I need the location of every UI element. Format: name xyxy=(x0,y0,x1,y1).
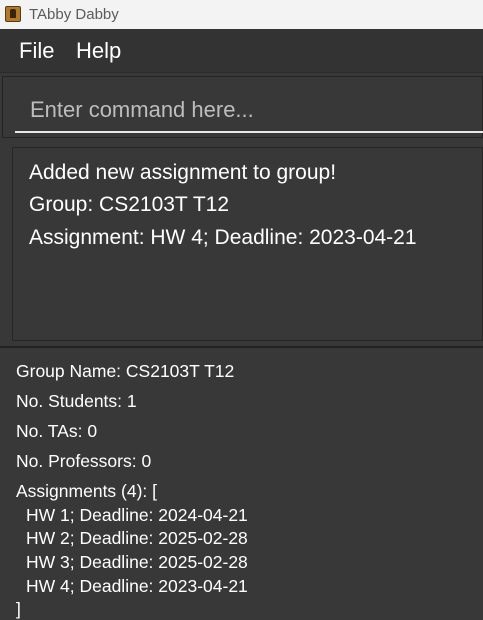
menu-bar: File Help xyxy=(0,29,483,73)
assignment-item: HW 2; Deadline: 2025-02-28 xyxy=(26,528,248,548)
app-icon xyxy=(5,6,21,22)
student-count: No. Students: 1 xyxy=(16,391,137,411)
professor-count: No. Professors: 0 xyxy=(16,451,152,471)
command-input[interactable] xyxy=(15,89,483,133)
result-line: Group: CS2103T T12 xyxy=(29,193,230,216)
command-panel xyxy=(0,74,483,142)
menu-file[interactable]: File xyxy=(19,38,54,64)
assignment-item: HW 3; Deadline: 2025-02-28 xyxy=(26,552,248,572)
command-box xyxy=(2,76,483,138)
group-detail-panel: Group Name: CS2103T T12 No. Students: 1 … xyxy=(0,348,483,620)
group-name: Group Name: CS2103T T12 xyxy=(16,361,235,381)
menu-help[interactable]: Help xyxy=(76,38,121,64)
assignments-closing-bracket: ] xyxy=(16,599,21,619)
assignment-item: HW 4; Deadline: 2023-04-21 xyxy=(26,576,248,596)
title-bar: TAbby Dabby xyxy=(0,0,483,29)
result-display: Added new assignment to group! Group: CS… xyxy=(12,147,483,341)
assignment-item: HW 1; Deadline: 2024-04-21 xyxy=(26,505,248,525)
result-line: Added new assignment to group! xyxy=(29,161,337,184)
result-line: Assignment: HW 4; Deadline: 2023-04-21 xyxy=(29,226,417,249)
ta-count: No. TAs: 0 xyxy=(16,421,98,441)
result-panel: Added new assignment to group! Group: CS… xyxy=(0,142,483,346)
assignments-header: Assignments (4): [ xyxy=(16,481,158,501)
window-title: TAbby Dabby xyxy=(29,6,119,23)
